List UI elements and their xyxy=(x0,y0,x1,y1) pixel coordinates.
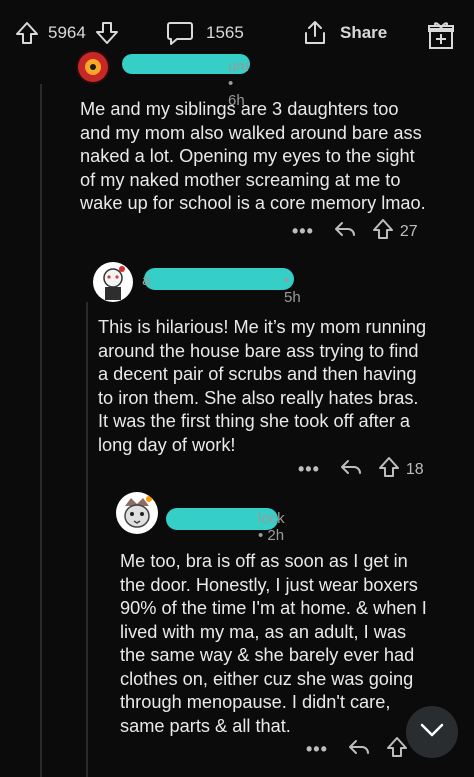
reply-icon[interactable] xyxy=(334,220,356,243)
thread-line[interactable] xyxy=(86,302,88,777)
username[interactable]: lock xyxy=(258,510,285,527)
comment-meta: lock • 2h xyxy=(258,510,285,544)
downvote-icon[interactable] xyxy=(94,20,120,46)
comment-actions: ••• xyxy=(306,736,414,763)
comment-count: 1565 xyxy=(206,23,244,42)
reply-icon[interactable] xyxy=(340,458,362,481)
upvote-icon[interactable] xyxy=(386,736,408,763)
upvote-icon[interactable] xyxy=(378,456,400,483)
vote-group: 5964 xyxy=(14,20,120,46)
share-icon xyxy=(302,20,328,46)
comment-actions: ••• 18 xyxy=(298,456,424,483)
avatar[interactable] xyxy=(93,262,133,302)
more-icon[interactable]: ••• xyxy=(298,459,320,480)
reply-icon[interactable] xyxy=(348,738,370,761)
award-icon xyxy=(428,20,454,50)
username[interactable]: a xyxy=(142,272,150,289)
more-icon[interactable]: ••• xyxy=(292,221,314,242)
comment-icon xyxy=(166,20,194,46)
comment-text: This is hilarious! Me it’s my mom runnin… xyxy=(98,317,427,455)
thread-line[interactable] xyxy=(40,84,42,777)
comment-meta-age: • 5h xyxy=(284,272,301,306)
comment-text: Me and my siblings are 3 daughters too a… xyxy=(80,99,426,213)
upvote-icon[interactable] xyxy=(14,20,40,46)
more-icon[interactable]: ••• xyxy=(306,739,328,760)
upvote-icon[interactable] xyxy=(372,218,394,245)
upvote-count: 5964 xyxy=(48,23,86,42)
comment-age: 2h xyxy=(267,527,285,544)
scroll-down-button[interactable] xyxy=(406,706,458,758)
comment-header xyxy=(93,262,133,302)
share-label: Share xyxy=(340,23,388,42)
username-redaction xyxy=(144,268,294,290)
avatar[interactable] xyxy=(76,50,110,84)
vote-count: 18 xyxy=(405,460,424,478)
award-button[interactable] xyxy=(428,20,454,50)
comments-button[interactable]: 1565 xyxy=(166,20,244,46)
avatar[interactable] xyxy=(116,492,158,534)
comment-header xyxy=(116,492,158,534)
comment-meta: a xyxy=(142,272,150,289)
comment-actions: ••• 27 xyxy=(292,218,418,245)
comment-age: 5h xyxy=(284,289,301,306)
chevron-down-icon xyxy=(419,722,445,743)
comment-header xyxy=(76,50,110,84)
share-button[interactable]: Share xyxy=(302,20,387,46)
username[interactable]: um xyxy=(228,58,249,75)
vote-count: 27 xyxy=(399,222,418,240)
